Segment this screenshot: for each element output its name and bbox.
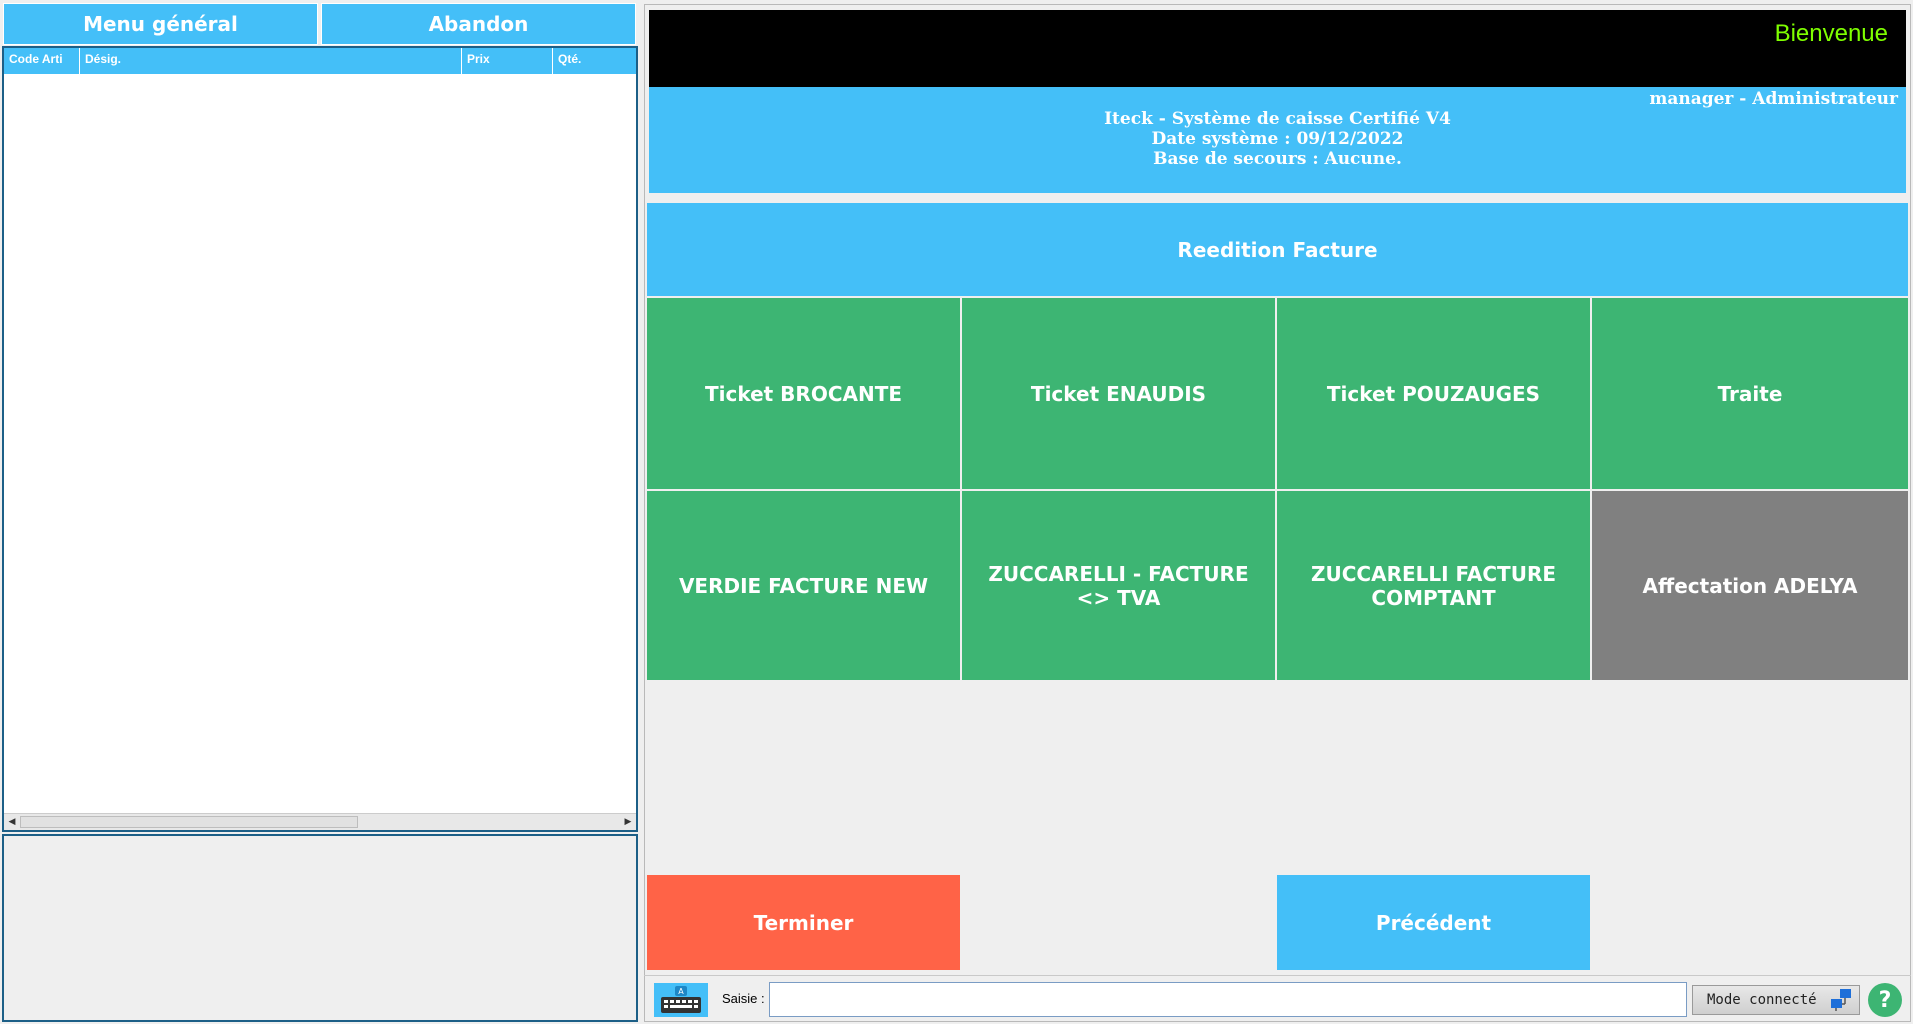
backup-base: Base de secours : Aucune. <box>1153 149 1402 169</box>
col-prix[interactable]: Prix <box>462 48 553 74</box>
reedition-facture-button[interactable]: Reedition Facture <box>647 203 1908 296</box>
virtual-keyboard-button[interactable]: A <box>654 983 708 1017</box>
affectation-adelya-button[interactable]: Affectation ADELYA <box>1592 491 1908 680</box>
system-info: Iteck - Système de caisse Certifié V4 Da… <box>649 109 1906 169</box>
zuccarelli-facture-tva-button[interactable]: ZUCCARELLI - FACTURE <> TVA <box>962 491 1275 680</box>
zuccarelli-facture-comptant-button[interactable]: ZUCCARELLI FACTURE COMPTANT <box>1277 491 1590 680</box>
col-code[interactable]: Code Arti <box>4 48 80 74</box>
svg-text:A: A <box>678 987 684 996</box>
keyboard-icon: A <box>661 986 701 1013</box>
precedent-button[interactable]: Précédent <box>1277 875 1590 970</box>
scroll-thumb[interactable] <box>20 816 358 828</box>
menu-general-button[interactable]: Menu général <box>3 3 318 45</box>
col-designation[interactable]: Désig. <box>80 48 462 74</box>
article-table: Code Arti Désig. Prix Qté. ◀ ▶ <box>2 46 638 832</box>
ticket-enaudis-button[interactable]: Ticket ENAUDIS <box>962 298 1275 489</box>
system-name: Iteck - Système de caisse Certifié V4 <box>1104 109 1451 129</box>
saisie-input[interactable] <box>769 982 1687 1017</box>
display-bar: Bienvenue <box>649 10 1906 87</box>
welcome-text: Bienvenue <box>1774 20 1888 47</box>
help-icon: ? <box>1878 987 1892 1013</box>
mode-connecte-button[interactable]: Mode connecté <box>1692 985 1860 1015</box>
traite-button[interactable]: Traite <box>1592 298 1908 489</box>
system-date: Date système : 09/12/2022 <box>1151 129 1404 149</box>
user-label: manager - Administrateur <box>1649 89 1898 109</box>
abandon-button[interactable]: Abandon <box>321 3 636 45</box>
help-button[interactable]: ? <box>1868 983 1902 1017</box>
info-bar: manager - Administrateur Iteck - Système… <box>649 87 1906 193</box>
horizontal-scrollbar[interactable]: ◀ ▶ <box>4 813 636 830</box>
ticket-pouzauges-button[interactable]: Ticket POUZAUGES <box>1277 298 1590 489</box>
scroll-right-icon[interactable]: ▶ <box>620 814 636 830</box>
terminer-button[interactable]: Terminer <box>647 875 960 970</box>
mode-label: Mode connecté <box>1707 992 1817 1008</box>
detail-panel <box>2 834 638 1022</box>
col-qte[interactable]: Qté. <box>553 48 636 74</box>
scroll-left-icon[interactable]: ◀ <box>4 814 20 830</box>
table-header: Code Arti Désig. Prix Qté. <box>4 48 636 74</box>
ticket-brocante-button[interactable]: Ticket BROCANTE <box>647 298 960 489</box>
saisie-label: Saisie : <box>722 991 765 1006</box>
verdie-facture-new-button[interactable]: VERDIE FACTURE NEW <box>647 491 960 680</box>
network-icon <box>1830 989 1851 1011</box>
